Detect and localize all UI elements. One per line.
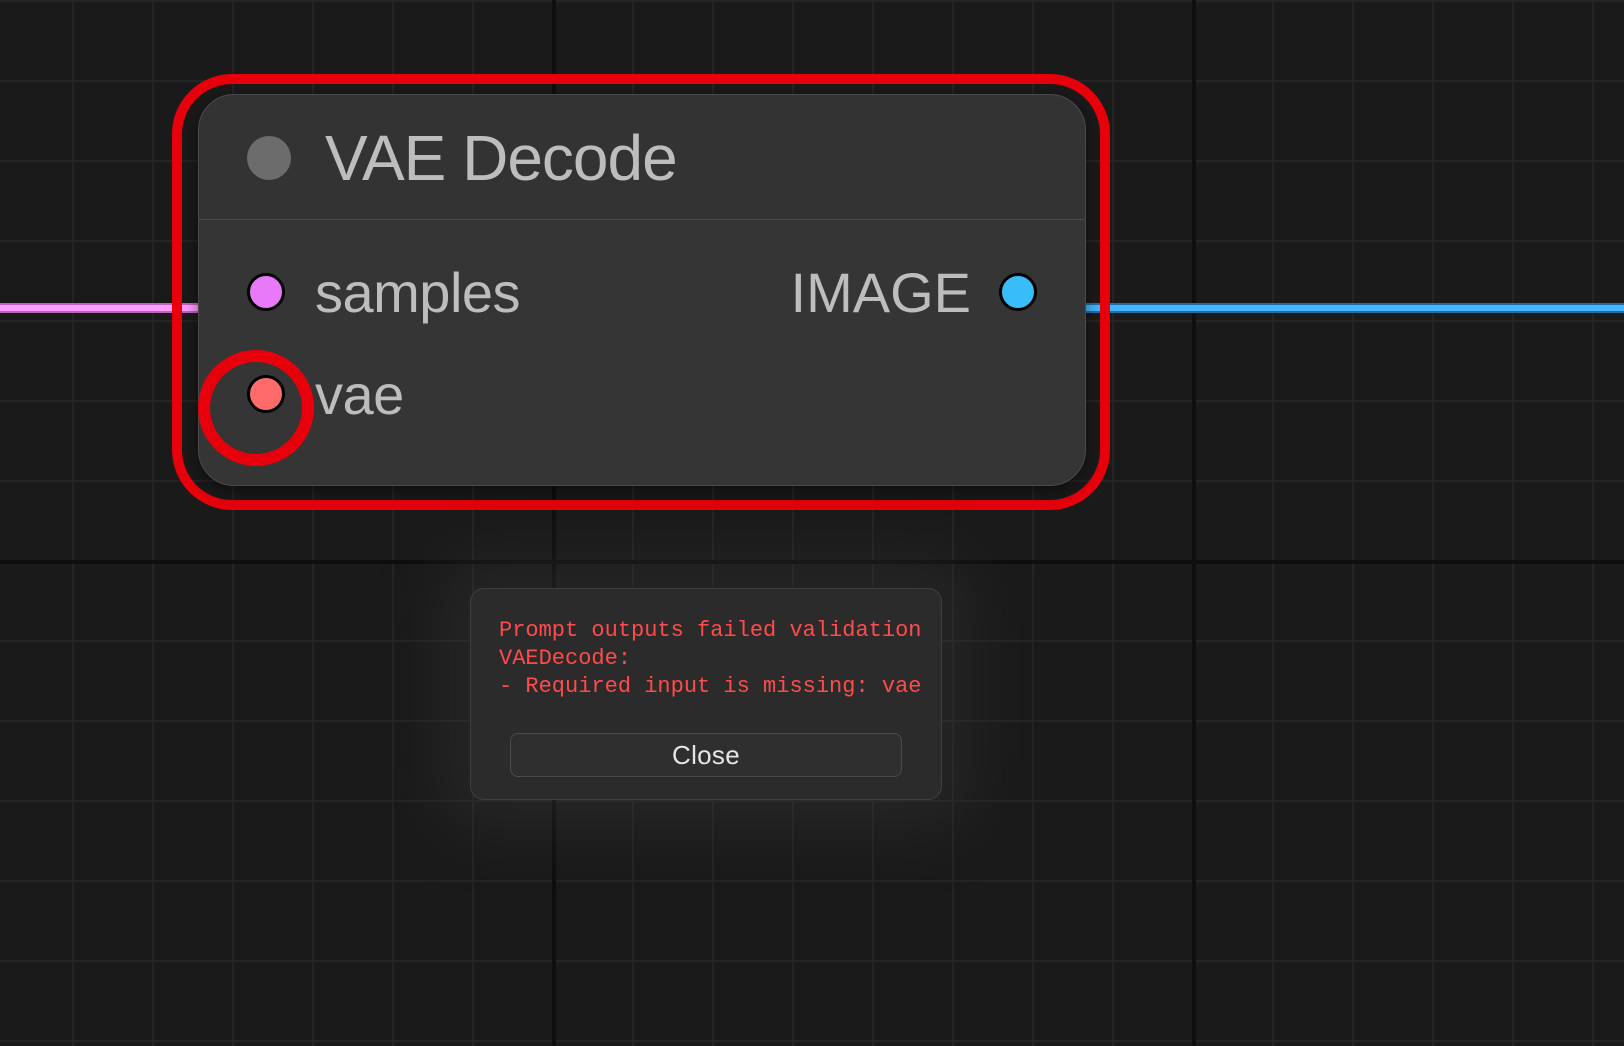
input-port-samples[interactable] [247,273,285,311]
wire-image-out[interactable] [1060,303,1624,313]
node-vae-decode[interactable]: VAE Decode samples IMAGE vae [198,94,1086,486]
close-button[interactable]: Close [510,733,902,777]
node-header[interactable]: VAE Decode [199,95,1085,220]
output-port-image[interactable] [999,273,1037,311]
io-row-samples: samples IMAGE [247,248,1037,336]
input-label-samples: samples [315,260,520,325]
error-dialog: Prompt outputs failed validation VAEDeco… [470,588,942,800]
wire-samples-in[interactable] [0,303,220,313]
io-row-vae: vae [247,350,1037,438]
node-title: VAE Decode [325,121,677,195]
input-port-vae[interactable] [247,375,285,413]
input-label-vae: vae [315,362,404,427]
output-label-image: IMAGE [791,260,971,325]
error-message: Prompt outputs failed validation VAEDeco… [499,617,913,701]
node-status-dot-icon [247,136,291,180]
node-body: samples IMAGE vae [199,220,1085,466]
